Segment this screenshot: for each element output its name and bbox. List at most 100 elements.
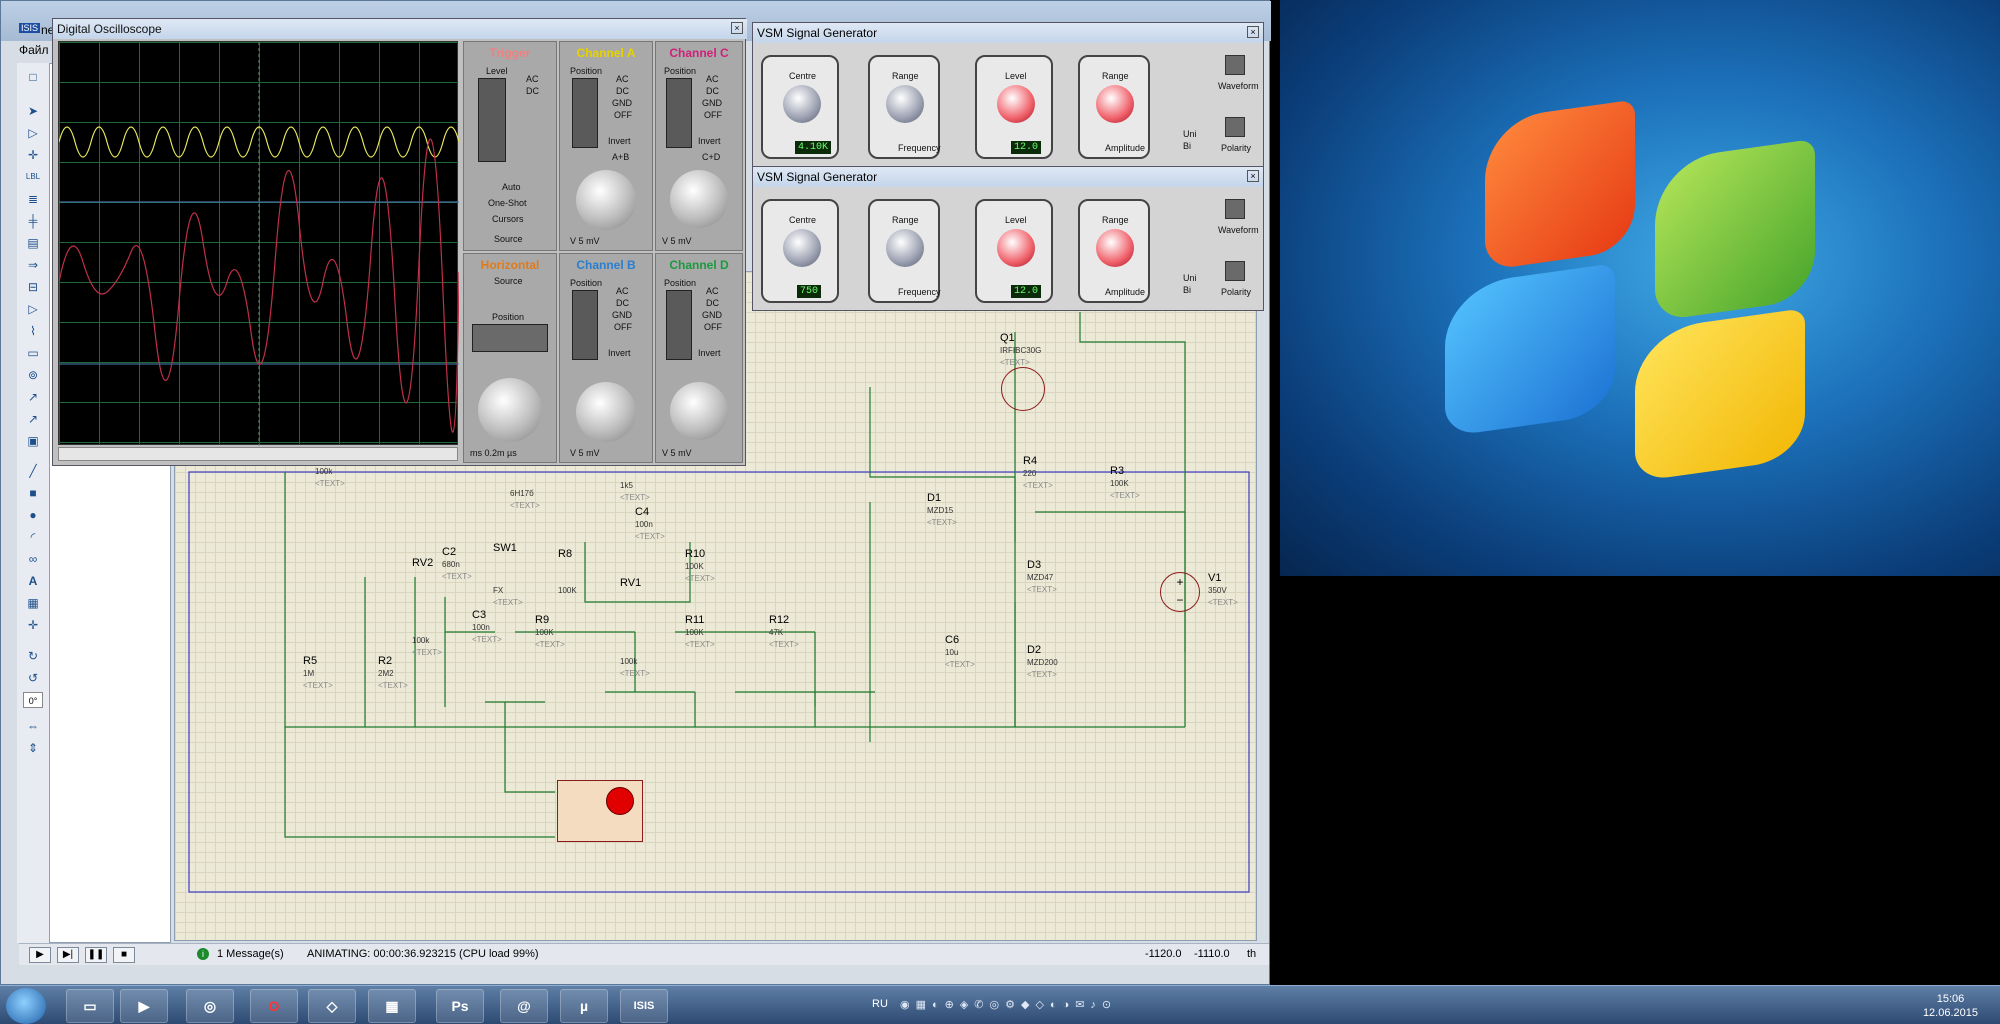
waveform-button[interactable] [1225,55,1245,75]
rv2-label[interactable]: RV2 [412,557,433,569]
channel-b-position-slider[interactable] [572,290,598,360]
channel-c-off[interactable]: OFF [704,110,722,120]
channel-b-invert[interactable]: Invert [608,348,631,358]
q1-mosfet-symbol[interactable] [1001,367,1045,411]
channel-d-off[interactable]: OFF [704,322,722,332]
v1-label[interactable]: V1 350V <TEXT> [1208,572,1238,608]
trigger-one-shot[interactable]: One-Shot [488,198,527,208]
rv2-value[interactable]: 100k <TEXT> [412,634,442,658]
app-button[interactable]: ◇ [308,989,356,1023]
sw1-label[interactable]: SW1 [493,542,517,554]
level-knob[interactable] [997,85,1035,123]
select-arrow-icon[interactable]: ➤ [23,103,43,119]
text-script-icon[interactable]: ≣ [23,191,43,207]
photoshop-button[interactable]: Ps [436,989,484,1023]
channel-a-invert[interactable]: Invert [608,136,631,146]
channel-c-ac[interactable]: AC [706,74,719,84]
r-1k5-label[interactable]: 1k5 <TEXT> [620,479,650,503]
utorrent-button[interactable]: µ [560,989,608,1023]
mirror-x-icon[interactable]: ⇔ [23,718,43,734]
centre-knob[interactable] [783,229,821,267]
close-icon[interactable]: × [1247,26,1259,38]
bus-icon[interactable]: ╪ [23,213,43,229]
tape-icon[interactable]: ▭ [23,345,43,361]
messages-count[interactable]: 1 Message(s) [217,948,284,960]
current-probe-icon[interactable]: ↗ [23,411,43,427]
stop-button[interactable]: ■ [113,947,135,963]
r12-label[interactable]: R12 47K <TEXT> [769,614,799,650]
tube-label[interactable]: 6H17б <TEXT> [510,487,540,511]
circle-icon[interactable]: ● [23,507,43,523]
channel-c-invert[interactable]: Invert [698,136,721,146]
v1-source-symbol[interactable]: + − [1160,572,1200,612]
d3-label[interactable]: D3 MZD47 <TEXT> [1027,559,1057,595]
c6-label[interactable]: C6 10u <TEXT> [945,634,975,670]
generator-icon[interactable]: ⊚ [23,367,43,383]
channel-d-invert[interactable]: Invert [698,348,721,358]
play-button[interactable]: ▶ [29,947,51,963]
probe-icon[interactable]: ▷ [23,301,43,317]
r4-label[interactable]: R4 220 <TEXT> [1023,455,1053,491]
calculator-button[interactable]: ▦ [368,989,416,1023]
channel-b-volts-knob[interactable] [576,382,636,442]
channel-d-dc[interactable]: DC [706,298,719,308]
line-icon[interactable]: ╱ [23,463,43,479]
marker-icon[interactable]: ✛ [23,617,43,633]
horizontal-timebase-knob[interactable] [478,378,542,442]
rotate-cw-icon[interactable]: ↻ [23,648,43,664]
frequency-range-knob[interactable] [886,229,924,267]
channel-a-volts-knob[interactable] [576,170,636,230]
r5-label[interactable]: R5 1M <TEXT> [303,655,333,691]
tray-icons[interactable]: ◉▦◐⊕◈✆◎⚙◆◇◐◑✉♪⊙ [900,998,1160,1014]
close-icon[interactable]: × [1247,170,1259,182]
path-icon[interactable]: ∞ [23,551,43,567]
channel-b-ac[interactable]: AC [616,286,629,296]
text-icon[interactable]: A [23,573,43,589]
channel-c-gnd[interactable]: GND [702,98,722,108]
rv1-value[interactable]: 100k <TEXT> [620,655,650,679]
channel-a-ac[interactable]: AC [616,74,629,84]
d1-label[interactable]: D1 MZD15 <TEXT> [927,492,957,528]
polarity-button[interactable] [1225,117,1245,137]
voltage-probe-icon[interactable]: ↗ [23,389,43,405]
r9-label[interactable]: R9 100K <TEXT> [535,614,565,650]
device-pin-icon[interactable]: ⊟ [23,279,43,295]
box-icon[interactable]: ■ [23,485,43,501]
isis-button[interactable]: ISIS [620,989,668,1023]
channel-b-off[interactable]: OFF [614,322,632,332]
subcircuit-icon[interactable]: ▤ [23,235,43,251]
d2-label[interactable]: D2 MZD200 <TEXT> [1027,644,1058,680]
r-top-label[interactable]: 100k <TEXT> [315,465,345,489]
channel-d-gnd[interactable]: GND [702,310,722,320]
level-knob[interactable] [997,229,1035,267]
start-button[interactable] [6,988,46,1024]
amplitude-range-knob[interactable] [1096,85,1134,123]
rotation-field[interactable]: 0° [23,692,43,708]
r11-label[interactable]: R11 100K <TEXT> [685,614,715,650]
q1-label[interactable]: Q1 IRFIBC30G <TEXT> [1000,332,1041,368]
pause-button[interactable]: ❚❚ [85,947,107,963]
channel-a-gnd[interactable]: GND [612,98,632,108]
channel-d-position-slider[interactable] [666,290,692,360]
channel-b-dc[interactable]: DC [616,298,629,308]
channel-d-volts-knob[interactable] [670,382,728,440]
r10-label[interactable]: R10 100K <TEXT> [685,548,715,584]
channel-a-position-slider[interactable] [572,78,598,148]
terminal-icon[interactable]: ⇒ [23,257,43,273]
symbol-icon[interactable]: ▦ [23,595,43,611]
channel-c-volts-knob[interactable] [670,170,728,228]
c2-label[interactable]: C2 680n <TEXT> [442,546,472,582]
r8-label[interactable]: R8 [558,548,572,560]
polarity-button[interactable] [1225,261,1245,281]
media-player-button[interactable]: ▶ [120,989,168,1023]
c3-label[interactable]: C3 100n <TEXT> [472,609,502,645]
explorer-button[interactable]: ▭ [66,989,114,1023]
sw1-value[interactable]: FX <TEXT> [493,584,523,608]
channel-b-gnd[interactable]: GND [612,310,632,320]
r2-label[interactable]: R2 2M2 <TEXT> [378,655,408,691]
c4-label[interactable]: C4 100n <TEXT> [635,506,665,542]
r3-label[interactable]: R3 100K <TEXT> [1110,465,1140,501]
scope-scrollbar[interactable] [58,447,458,461]
arc-icon[interactable]: ◜ [23,529,43,545]
junction-icon[interactable]: ✛ [23,147,43,163]
